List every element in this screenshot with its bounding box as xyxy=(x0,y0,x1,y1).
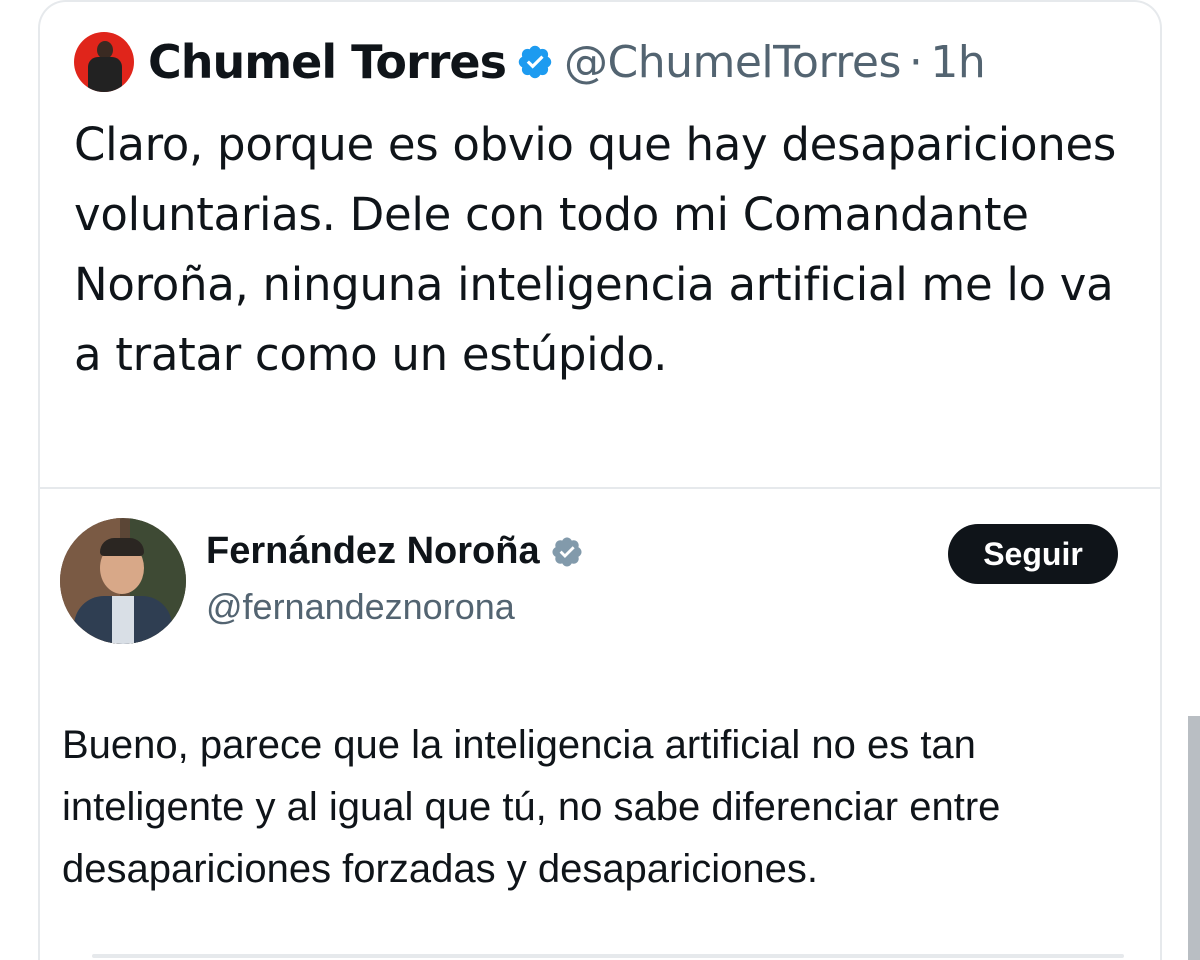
avatar-body xyxy=(88,57,122,92)
avatar-hair xyxy=(100,538,144,556)
quoted-author-name[interactable]: Fernández Noroña xyxy=(206,530,540,573)
author-name[interactable]: Chumel Torres xyxy=(148,35,507,89)
verified-badge-icon xyxy=(552,536,582,567)
avatar-shirt xyxy=(112,596,134,644)
tweet-header: Chumel Torres @ChumelTorres · 1h xyxy=(74,30,986,94)
author-handle[interactable]: @ChumelTorres xyxy=(564,37,901,88)
author-avatar[interactable] xyxy=(74,32,134,92)
quoted-author-handle[interactable]: @fernandeznorona xyxy=(206,586,515,628)
tweet-text: Claro, porque es obvio que hay desaparic… xyxy=(74,118,1116,381)
card-divider xyxy=(92,954,1124,958)
screenshot: Chumel Torres @ChumelTorres · 1h Claro, … xyxy=(0,0,1200,960)
quoted-author-name-row: Fernández Noroña xyxy=(206,530,584,573)
verified-badge-icon xyxy=(518,45,552,79)
quoted-author-avatar[interactable] xyxy=(60,518,186,644)
follow-button[interactable]: Seguir xyxy=(948,524,1118,584)
meta-separator: · xyxy=(908,36,923,88)
quoted-tweet-text: Bueno, parece que la inteligencia artifi… xyxy=(62,723,1001,891)
tweet-time[interactable]: 1h xyxy=(930,37,985,88)
scrollbar[interactable] xyxy=(1188,716,1200,960)
